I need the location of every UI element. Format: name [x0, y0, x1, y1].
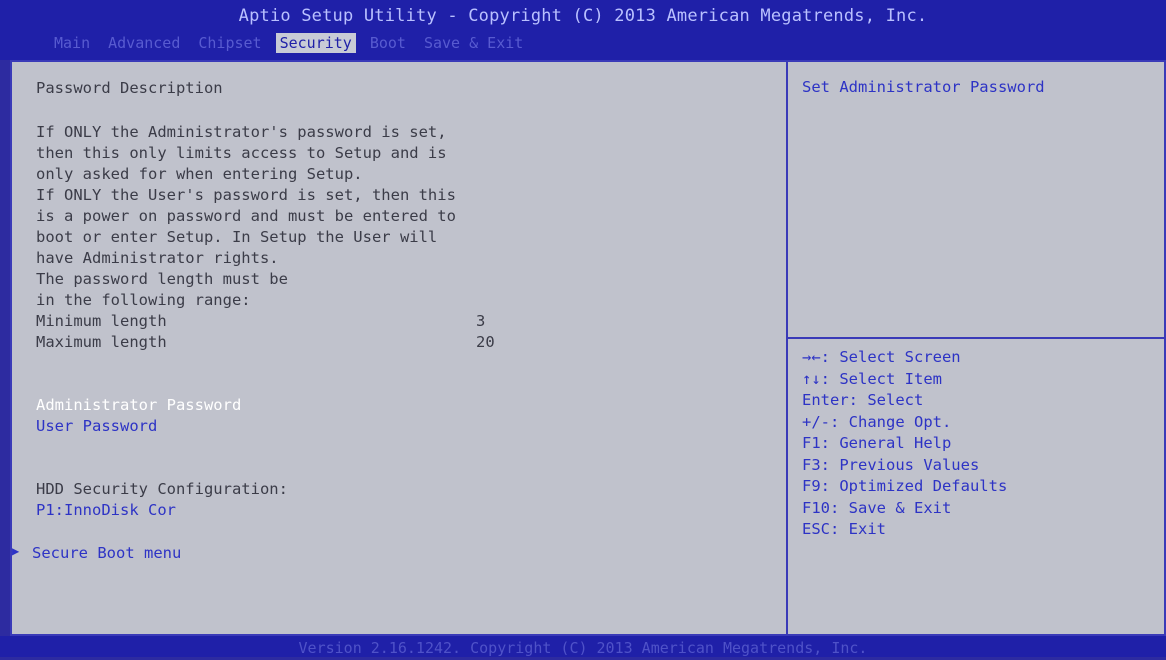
- bios-header: Aptio Setup Utility - Copyright (C) 2013…: [0, 0, 1166, 60]
- tab-save-exit[interactable]: Save & Exit: [420, 33, 527, 53]
- version-footer: Version 2.16.1242. Copyright (C) 2013 Am…: [0, 636, 1166, 657]
- description-line: have Administrator rights.: [36, 249, 279, 267]
- help-pane: Set Administrator Password →←: Select Sc…: [788, 62, 1166, 634]
- settings-pane: Password Description If ONLY the Adminis…: [12, 62, 788, 634]
- key-hint: F1: General Help: [802, 434, 952, 452]
- key-hint: F3: Previous Values: [802, 455, 980, 474]
- maximum-length-label: Maximum length: [36, 333, 167, 351]
- tab-main[interactable]: Main: [50, 33, 94, 53]
- description-line: The password length must be: [36, 270, 288, 288]
- tab-boot[interactable]: Boot: [366, 33, 410, 53]
- hdd-security-label: HDD Security Configuration:: [36, 480, 288, 498]
- hdd-item-p1[interactable]: P1:InnoDisk Cor: [36, 501, 176, 519]
- secure-boot-menu-item[interactable]: Secure Boot menu: [32, 544, 181, 562]
- description-line: If ONLY the User's password is set, then…: [36, 186, 456, 204]
- tab-security[interactable]: Security: [275, 33, 356, 53]
- description-line: then this only limits access to Setup an…: [36, 144, 447, 162]
- maximum-length-value: 20: [476, 333, 495, 351]
- description-line: boot or enter Setup. In Setup the User w…: [36, 228, 438, 246]
- key-hint: ↑↓: Select Item: [802, 369, 942, 388]
- key-hint: →←: Select Screen: [802, 348, 961, 366]
- minimum-length-label: Minimum length: [36, 312, 167, 330]
- user-password-item[interactable]: User Password: [36, 417, 157, 435]
- tab-advanced[interactable]: Advanced: [104, 33, 184, 53]
- key-hint: +/-: Change Opt.: [802, 412, 952, 431]
- key-hint: ESC: Exit: [802, 520, 886, 538]
- tab-chipset[interactable]: Chipset: [194, 33, 265, 53]
- description-line: is a power on password and must be enter…: [36, 207, 456, 225]
- password-description-title: Password Description: [36, 79, 223, 97]
- description-line: If ONLY the Administrator's password is …: [36, 123, 447, 141]
- help-divider: [788, 337, 1166, 339]
- description-line: in the following range:: [36, 291, 251, 309]
- key-hint: F9: Optimized Defaults: [802, 477, 1008, 495]
- bios-title: Aptio Setup Utility - Copyright (C) 2013…: [238, 6, 928, 26]
- key-hint: F10: Save & Exit: [802, 498, 952, 517]
- key-legend: →←: Select Screen ↑↓: Select Item Enter:…: [802, 348, 1007, 542]
- administrator-password-item[interactable]: Administrator Password: [36, 396, 241, 414]
- main-panel: Password Description If ONLY the Adminis…: [10, 60, 1166, 636]
- help-text: Set Administrator Password: [802, 78, 1045, 96]
- description-line: only asked for when entering Setup.: [36, 165, 363, 183]
- minimum-length-value: 3: [476, 312, 486, 330]
- key-hint: Enter: Select: [802, 391, 924, 409]
- tab-bar: Main Advanced Chipset Security Boot Save…: [50, 33, 527, 53]
- submenu-arrow-icon: ▶: [12, 544, 20, 558]
